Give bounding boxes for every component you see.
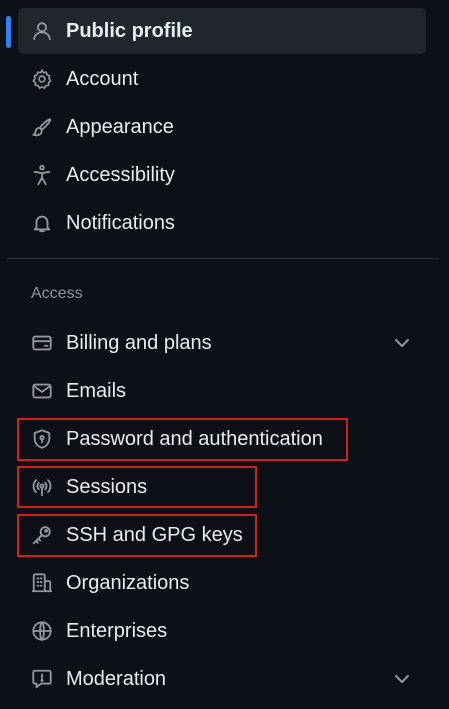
nav-item-accessibility[interactable]: Accessibility xyxy=(18,152,426,198)
paintbrush-icon xyxy=(30,115,54,139)
nav-item-sessions[interactable]: Sessions xyxy=(18,464,426,510)
nav-item-label: Moderation xyxy=(66,667,167,690)
settings-sidebar-nav: Public profile Account Appearance Access… xyxy=(0,0,449,709)
nav-item-label: Enterprises xyxy=(66,619,168,642)
globe-icon xyxy=(30,619,54,643)
nav-item-label: Sessions xyxy=(66,475,148,498)
broadcast-icon xyxy=(30,475,54,499)
credit-card-icon xyxy=(30,331,54,355)
nav-item-label: Password and authentication xyxy=(66,427,323,450)
nav-item-billing-and-plans[interactable]: Billing and plans xyxy=(18,320,426,366)
nav-item-label: Account xyxy=(66,67,139,90)
organization-icon xyxy=(30,571,54,595)
nav-item-account[interactable]: Account xyxy=(18,56,426,102)
gear-icon xyxy=(30,67,54,91)
nav-item-appearance[interactable]: Appearance xyxy=(18,104,426,150)
nav-item-label: Emails xyxy=(66,379,127,402)
active-item-indicator xyxy=(6,16,11,48)
chevron-down-icon[interactable] xyxy=(392,669,412,689)
nav-item-notifications[interactable]: Notifications xyxy=(18,200,426,246)
nav-item-label: Organizations xyxy=(66,571,190,594)
section-divider xyxy=(6,258,438,259)
nav-item-ssh-and-gpg-keys[interactable]: SSH and GPG keys xyxy=(18,512,426,558)
chevron-down-icon[interactable] xyxy=(392,333,412,353)
nav-item-moderation[interactable]: Moderation xyxy=(18,656,426,702)
nav-item-public-profile[interactable]: Public profile xyxy=(18,8,426,54)
nav-item-label: SSH and GPG keys xyxy=(66,523,243,546)
nav-item-organizations[interactable]: Organizations xyxy=(18,560,426,606)
section-heading-access: Access xyxy=(31,285,83,302)
nav-item-label: Billing and plans xyxy=(66,331,212,354)
person-icon xyxy=(30,19,54,43)
accessibility-icon xyxy=(30,163,54,187)
report-icon xyxy=(30,667,54,691)
nav-item-label: Notifications xyxy=(66,211,175,234)
nav-item-emails[interactable]: Emails xyxy=(18,368,426,414)
bell-icon xyxy=(30,211,54,235)
nav-item-label: Appearance xyxy=(66,115,174,138)
shield-lock-icon xyxy=(30,427,54,451)
nav-item-label: Accessibility xyxy=(66,163,175,186)
nav-item-enterprises[interactable]: Enterprises xyxy=(18,608,426,654)
key-icon xyxy=(30,523,54,547)
mail-icon xyxy=(30,379,54,403)
nav-item-password-and-authentication[interactable]: Password and authentication xyxy=(18,416,426,462)
nav-item-label: Public profile xyxy=(66,19,193,42)
